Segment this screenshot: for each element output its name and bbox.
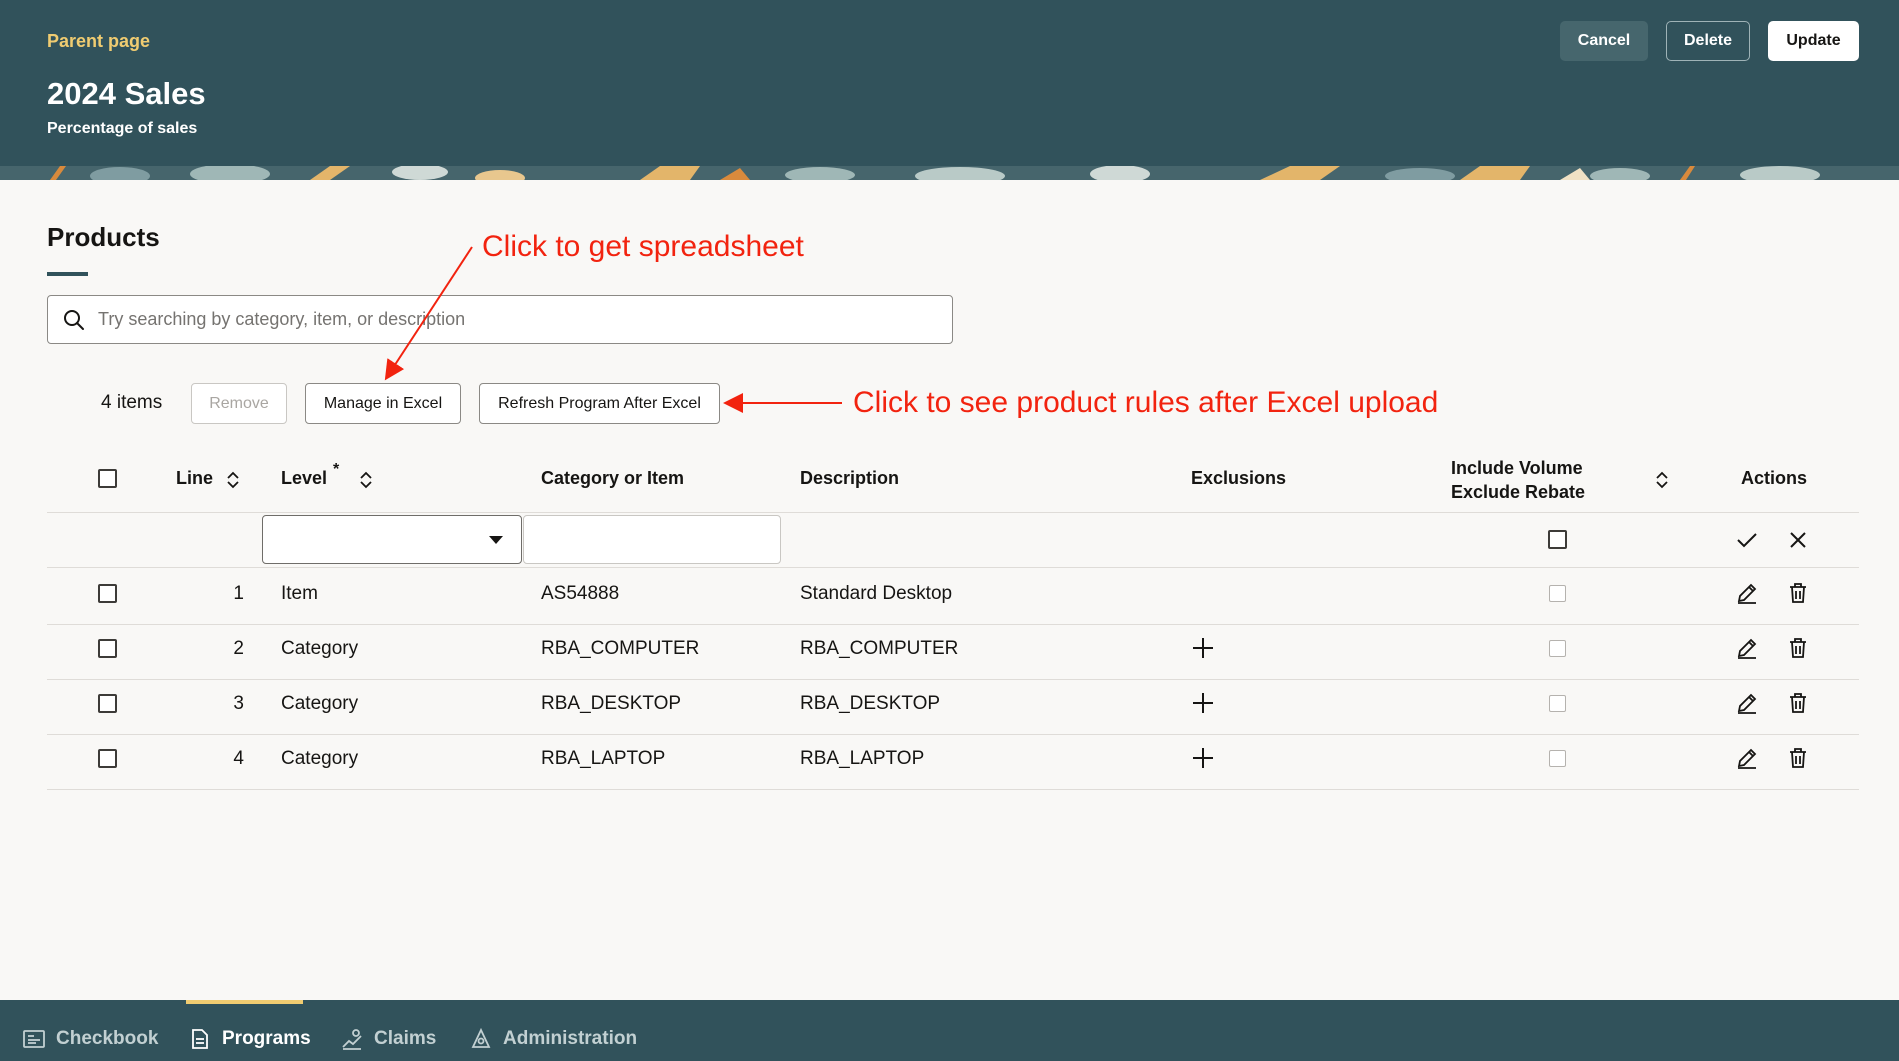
sort-line-icon[interactable] <box>226 470 240 490</box>
page-subtitle: Percentage of sales <box>47 120 198 137</box>
level-select[interactable] <box>262 515 522 564</box>
new-row-include-volume-checkbox[interactable] <box>1548 530 1567 549</box>
claims-icon <box>342 1029 362 1050</box>
header-decorative-pattern <box>0 166 1899 180</box>
nav-item-administration[interactable]: Administration <box>469 1024 637 1054</box>
sort-include-volume-icon[interactable] <box>1655 470 1669 490</box>
row-divider <box>47 679 1859 680</box>
edit-pencil-icon[interactable] <box>1735 746 1759 770</box>
search-box <box>47 295 953 344</box>
search-input[interactable] <box>98 297 938 342</box>
edit-pencil-icon[interactable] <box>1735 581 1759 605</box>
nav-item-checkbook[interactable]: Checkbook <box>22 1024 158 1054</box>
row-level: Category <box>281 748 359 769</box>
column-description: Description <box>800 468 900 488</box>
delete-trash-icon[interactable] <box>1786 691 1810 715</box>
edit-pencil-icon[interactable] <box>1735 691 1759 715</box>
nav-item-programs[interactable]: Programs <box>188 1024 311 1054</box>
delete-trash-icon[interactable] <box>1786 746 1810 770</box>
row-category-item: RBA_COMPUTER <box>541 638 700 659</box>
row-level: Item <box>281 583 318 604</box>
row-description: RBA_DESKTOP <box>800 693 941 714</box>
page-title: 2024 Sales <box>47 76 206 111</box>
row-line: 2 <box>233 638 244 659</box>
row-category-item: RBA_DESKTOP <box>541 693 682 714</box>
search-icon <box>64 310 84 330</box>
row-description: RBA_COMPUTER <box>800 638 959 659</box>
annotation-product-rules: Click to see product rules after Excel u… <box>853 386 1439 419</box>
nav-label: Claims <box>374 1028 437 1049</box>
update-button[interactable]: Update <box>1768 21 1859 61</box>
delete-trash-icon[interactable] <box>1786 636 1810 660</box>
header-divider <box>47 512 1859 513</box>
row-select-checkbox[interactable] <box>98 749 117 768</box>
add-exclusion-icon[interactable] <box>1191 691 1215 715</box>
sort-level-icon[interactable] <box>359 470 373 490</box>
row-divider <box>47 624 1859 625</box>
nav-label: Checkbook <box>56 1028 159 1049</box>
row-category-item: AS54888 <box>541 583 620 604</box>
entry-row-divider <box>47 567 1859 568</box>
parent-page-link[interactable]: Parent page <box>47 31 150 52</box>
refresh-program-button[interactable]: Refresh Program After Excel <box>479 383 720 424</box>
row-description: Standard Desktop <box>800 583 953 604</box>
nav-label: Programs <box>222 1028 311 1049</box>
row-include-volume-checkbox <box>1549 695 1566 712</box>
select-all-checkbox[interactable] <box>98 469 117 488</box>
section-underline <box>47 272 88 276</box>
edit-pencil-icon[interactable] <box>1735 636 1759 660</box>
row-category-item: RBA_LAPTOP <box>541 748 666 769</box>
column-exclusions: Exclusions <box>1191 468 1287 488</box>
nav-label: Administration <box>503 1028 638 1049</box>
cancel-button[interactable]: Cancel <box>1560 21 1648 61</box>
nav-active-indicator <box>186 1000 303 1004</box>
row-divider <box>47 789 1859 790</box>
row-select-checkbox[interactable] <box>98 694 117 713</box>
products-title: Products <box>47 222 160 252</box>
row-divider <box>47 734 1859 735</box>
column-level: Level <box>281 468 328 488</box>
checkbook-icon <box>23 1030 45 1048</box>
column-line: Line <box>176 468 214 488</box>
programs-icon <box>192 1029 208 1049</box>
row-line: 1 <box>233 583 244 604</box>
column-include-volume-line1: Include Volume <box>1451 458 1583 478</box>
delete-button[interactable]: Delete <box>1666 21 1750 61</box>
column-category-item: Category or Item <box>541 468 685 488</box>
chevron-down-icon <box>489 536 503 544</box>
administration-icon <box>471 1027 491 1048</box>
row-description: RBA_LAPTOP <box>800 748 925 769</box>
manage-in-excel-button[interactable]: Manage in Excel <box>305 383 461 424</box>
column-include-volume: Include Volume Exclude Rebate <box>1451 456 1585 504</box>
row-line: 3 <box>233 693 244 714</box>
row-include-volume-checkbox <box>1549 640 1566 657</box>
page-header: Parent page 2024 Sales Percentage of sal… <box>0 0 1899 166</box>
close-icon[interactable] <box>1786 528 1810 552</box>
row-select-checkbox[interactable] <box>98 639 117 658</box>
nav-item-claims[interactable]: Claims <box>340 1024 436 1054</box>
check-icon[interactable] <box>1735 528 1759 552</box>
delete-trash-icon[interactable] <box>1786 581 1810 605</box>
add-exclusion-icon[interactable] <box>1191 746 1215 770</box>
column-actions: Actions <box>1741 468 1808 488</box>
category-item-input[interactable] <box>523 515 781 564</box>
row-include-volume-checkbox <box>1549 585 1566 602</box>
row-include-volume-checkbox <box>1549 750 1566 767</box>
item-count: 4 items <box>101 392 163 413</box>
row-level: Category <box>281 693 359 714</box>
column-include-volume-line2: Exclude Rebate <box>1451 482 1586 502</box>
row-select-checkbox[interactable] <box>98 584 117 603</box>
row-level: Category <box>281 638 359 659</box>
remove-button[interactable]: Remove <box>191 383 287 424</box>
add-exclusion-icon[interactable] <box>1191 636 1215 660</box>
required-indicator: * <box>333 461 340 478</box>
row-line: 4 <box>233 748 244 769</box>
annotation-spreadsheet: Click to get spreadsheet <box>482 230 804 263</box>
